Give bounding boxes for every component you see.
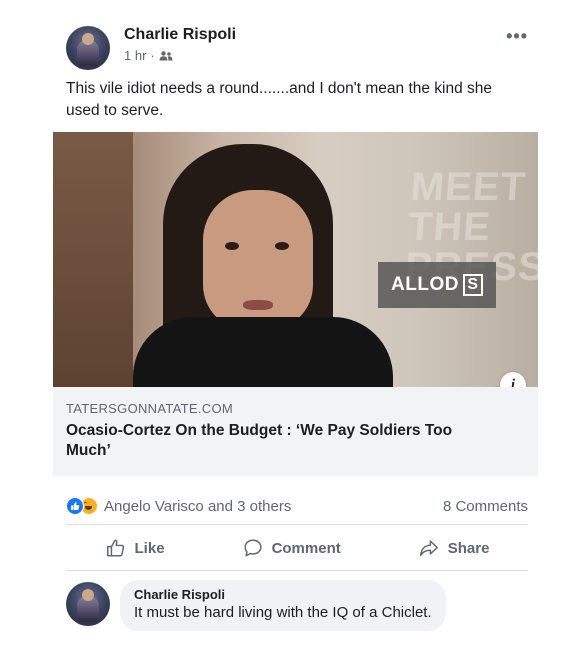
comment-bubble: Charlie Rispoli It must be hard living w… [120, 580, 446, 631]
image-background-panel [53, 132, 133, 387]
info-icon[interactable]: i [500, 372, 526, 387]
post-card: Charlie Rispoli 1 hr · ••• This vile idi… [53, 18, 538, 631]
comment-label: Comment [271, 539, 341, 557]
meta-separator: · [150, 48, 155, 63]
like-icon [66, 497, 84, 515]
more-options-button[interactable]: ••• [506, 26, 528, 47]
friends-icon[interactable] [159, 50, 173, 61]
comment: Charlie Rispoli It must be hard living w… [66, 580, 528, 632]
image-subject-eye-left [225, 242, 239, 250]
watermark-text: ALLOD [391, 274, 459, 295]
share-button[interactable]: Share [418, 537, 490, 559]
comments-count[interactable]: 8 Comments [443, 498, 528, 515]
share-arrow-icon [419, 540, 438, 557]
link-preview-image[interactable]: MEET THE PRESS ALLOD S i [53, 132, 538, 387]
reaction-icons[interactable] [66, 497, 98, 515]
comment-button[interactable]: Comment [242, 537, 341, 559]
share-label: Share [447, 539, 490, 557]
like-thumb-glyph [71, 502, 80, 510]
image-watermark: ALLOD S [378, 262, 496, 308]
reactions-bar: Angelo Varisco and 3 others 8 Comments [66, 494, 528, 518]
post-actions: Like Comment Share [66, 532, 528, 564]
link-preview-card[interactable]: MEET THE PRESS ALLOD S i TATERSGONNATATE… [53, 132, 538, 476]
comment-text: It must be hard living with the IQ of a … [134, 604, 432, 621]
reaction-names[interactable]: Angelo Varisco and 3 others [104, 498, 291, 515]
author-avatar[interactable] [66, 26, 110, 70]
commenter-avatar[interactable] [66, 582, 110, 626]
divider [66, 570, 528, 571]
like-label: Like [134, 539, 165, 557]
post-meta: 1 hr · [124, 48, 173, 63]
link-title[interactable]: Ocasio-Cortez On the Budget : ‘We Pay So… [66, 421, 496, 461]
post-time[interactable]: 1 hr [124, 48, 146, 63]
divider [66, 524, 528, 525]
post-body-text: This vile idiot needs a round.......and … [66, 80, 493, 119]
commenter-name[interactable]: Charlie Rispoli [134, 587, 432, 603]
image-subject-body [133, 317, 393, 387]
post-header: Charlie Rispoli 1 hr · ••• [53, 18, 538, 70]
thumbs-up-icon [106, 539, 124, 557]
link-domain: TATERSGONNATATE.COM [66, 401, 233, 416]
comment-bubble-icon [244, 539, 262, 557]
image-subject-mouth [243, 300, 273, 310]
image-subject-eye-right [275, 242, 289, 250]
like-button[interactable]: Like [105, 537, 165, 559]
watermark-box-letter: S [462, 274, 483, 296]
post-author-name[interactable]: Charlie Rispoli [124, 26, 236, 44]
